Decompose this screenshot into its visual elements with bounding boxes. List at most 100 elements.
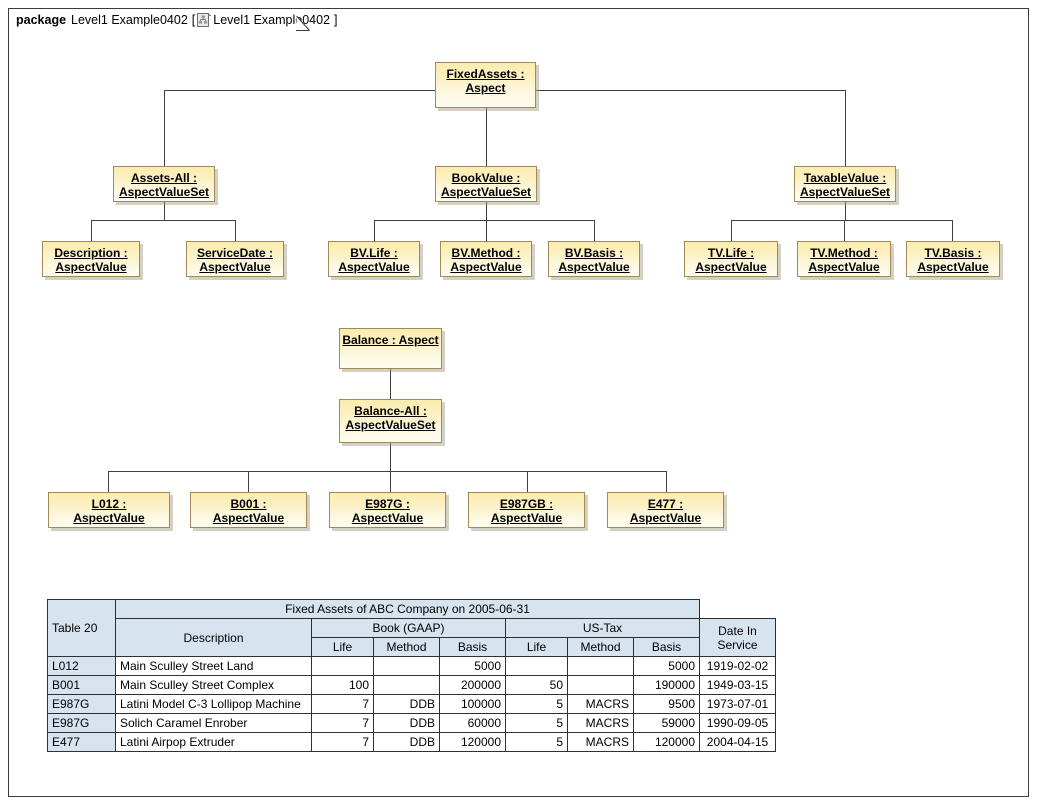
edge-balance-to-balanceall	[390, 369, 391, 399]
edge-balanceall-c5	[666, 471, 667, 493]
node-line-2: Aspect	[465, 81, 506, 95]
node-line-1: TV.Basis :	[924, 246, 982, 260]
table-row: E987G Latini Model C-3 Lollipop Machine …	[47, 694, 776, 714]
date-header-line-2: Service	[717, 637, 758, 652]
node-line-1: BV.Life :	[350, 246, 398, 260]
cell-tax-basis: 190000	[633, 675, 700, 695]
node-e987gb[interactable]: E987GB : AspectValue	[468, 492, 585, 528]
cell-tax-life: 50	[505, 675, 568, 695]
node-bookvalue[interactable]: BookValue : AspectValueSet	[435, 166, 537, 202]
node-balance[interactable]: Balance : Aspect	[339, 328, 442, 369]
cell-tax-method	[567, 656, 634, 676]
node-line-1: E987G :	[365, 497, 410, 511]
col-header-us-tax: US-Tax	[505, 618, 700, 638]
edge-bookvalue-c2	[486, 220, 487, 242]
cell-tax-method: MACRS	[567, 732, 634, 752]
edge-assetsall-c1	[91, 220, 92, 242]
node-line-2: AspectValue	[351, 511, 424, 525]
cell-description: Latini Airpop Extruder	[115, 732, 312, 752]
cell-book-basis: 120000	[439, 732, 506, 752]
node-l012[interactable]: L012 : AspectValue	[48, 492, 170, 528]
diagram-canvas: package Level1 Example0402 [ Level1 Exam…	[0, 0, 1038, 806]
node-bv-life[interactable]: BV.Life : AspectValue	[328, 241, 420, 277]
table-title-row: Table 20 Fixed Assets of ABC Company on …	[47, 599, 776, 657]
cell-tax-life	[505, 656, 568, 676]
node-line-1: BV.Method :	[451, 246, 521, 260]
col-header-description: Description	[115, 618, 312, 657]
col-header-date-in-service: Date In Service	[699, 618, 776, 657]
node-line-2: AspectValue	[558, 260, 630, 274]
edge-fixedassets-center	[486, 108, 487, 167]
table-row: L012 Main Sculley Street Land 5000 5000 …	[47, 656, 776, 676]
col-header-tax-method: Method	[567, 637, 634, 657]
edge-fixedassets-right-bus	[536, 90, 845, 91]
cell-description: Solich Caramel Enrober	[115, 713, 312, 733]
node-line-2: AspectValueSet	[118, 185, 210, 199]
node-line-1: BookValue :	[451, 171, 521, 185]
node-line-1: E477 :	[647, 497, 684, 511]
cell-tax-method	[567, 675, 634, 695]
node-taxablevalue[interactable]: TaxableValue : AspectValueSet	[794, 166, 896, 202]
node-tv-method[interactable]: TV.Method : AspectValue	[797, 241, 891, 277]
node-line-1: Description :	[54, 246, 128, 260]
cell-tax-basis: 5000	[633, 656, 700, 676]
cell-asset-id: E987G	[47, 694, 116, 714]
cell-asset-id: E987G	[47, 713, 116, 733]
edge-assetsall-bus	[91, 220, 236, 221]
node-balance-all[interactable]: Balance-All : AspectValueSet	[339, 399, 442, 443]
edge-taxablevalue-trunk	[845, 202, 846, 220]
node-line-1: BV.Basis :	[564, 246, 624, 260]
cell-asset-id: L012	[47, 656, 116, 676]
edge-taxablevalue-c2	[844, 220, 845, 242]
cell-book-life: 7	[311, 732, 374, 752]
node-line-1: B001 :	[230, 497, 267, 511]
node-line-1: TaxableValue :	[803, 171, 887, 185]
cell-date: 1919-02-02	[699, 656, 776, 676]
edge-balanceall-trunk	[390, 443, 391, 471]
cell-asset-id: E477	[47, 732, 116, 752]
node-tv-basis[interactable]: TV.Basis : AspectValue	[906, 241, 1000, 277]
edge-assetsall-trunk	[164, 202, 165, 220]
cell-book-basis: 60000	[439, 713, 506, 733]
package-tab[interactable]: package Level1 Example0402 [ Level1 Exam…	[8, 8, 343, 30]
cell-date: 1973-07-01	[699, 694, 776, 714]
cell-tax-method: MACRS	[567, 694, 634, 714]
node-e477[interactable]: E477 : AspectValue	[607, 492, 724, 528]
node-fixedassets[interactable]: FixedAssets : Aspect	[435, 62, 536, 108]
node-line-1: L012 :	[91, 497, 127, 511]
table-group-header-row: Description Book (GAAP) US-Tax Date In S…	[48, 618, 776, 657]
edge-balanceall-bus	[108, 471, 666, 472]
node-line-2: AspectValueSet	[345, 418, 436, 432]
col-header-book-basis: Basis	[439, 637, 506, 657]
node-servicedate[interactable]: ServiceDate : AspectValue	[186, 241, 284, 277]
cell-tax-basis: 9500	[633, 694, 700, 714]
cell-book-method	[373, 675, 440, 695]
col-header-book-method: Method	[373, 637, 440, 657]
node-e987g[interactable]: E987G : AspectValue	[329, 492, 446, 528]
edge-taxablevalue-bus	[731, 220, 953, 221]
package-tab-slant	[296, 8, 310, 31]
node-line-2: AspectValue	[917, 260, 989, 274]
node-line-2: AspectValueSet	[440, 185, 532, 199]
cell-book-basis: 200000	[439, 675, 506, 695]
node-line-2: AspectValue	[338, 260, 410, 274]
node-line-2: AspectValue	[808, 260, 880, 274]
bracket-open: [	[191, 12, 196, 27]
node-line-2: AspectValue	[695, 260, 767, 274]
node-line-1: TV.Method :	[810, 246, 878, 260]
cell-tax-life: 5	[505, 713, 568, 733]
node-bv-method[interactable]: BV.Method : AspectValue	[440, 241, 532, 277]
node-line-2: AspectValue	[629, 511, 702, 525]
edge-bookvalue-trunk	[486, 202, 487, 220]
cell-tax-method: MACRS	[567, 713, 634, 733]
edge-balanceall-c2	[248, 471, 249, 493]
node-tv-life[interactable]: TV.Life : AspectValue	[684, 241, 778, 277]
cell-tax-basis: 59000	[633, 713, 700, 733]
table-title: Fixed Assets of ABC Company on 2005-06-3…	[115, 599, 700, 619]
node-bv-basis[interactable]: BV.Basis : AspectValue	[548, 241, 640, 277]
node-line-2: AspectValue	[490, 511, 563, 525]
node-assets-all[interactable]: Assets-All : AspectValueSet	[113, 166, 215, 202]
node-description[interactable]: Description : AspectValue	[42, 241, 140, 277]
fixed-assets-table: Table 20 Fixed Assets of ABC Company on …	[47, 599, 776, 752]
node-b001[interactable]: B001 : AspectValue	[190, 492, 307, 528]
